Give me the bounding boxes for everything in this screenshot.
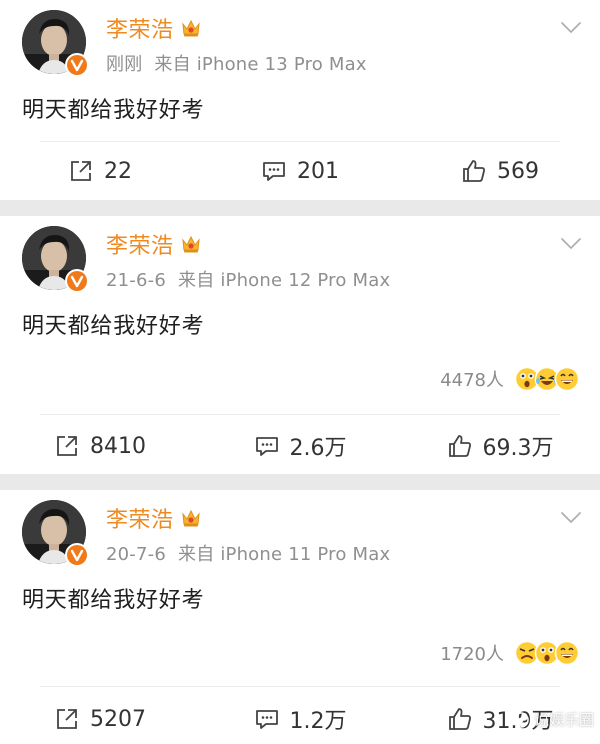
post-time: 刚刚 — [106, 54, 143, 75]
verified-badge-icon — [65, 543, 89, 567]
action-bar: 22 201 569 — [0, 146, 600, 196]
post-content: 明天都给我好好考 — [22, 588, 205, 613]
repost-icon — [57, 436, 77, 456]
verified-badge-icon — [65, 53, 89, 77]
grin-emoji-icon — [554, 640, 580, 666]
repost-button[interactable]: 5207 — [0, 694, 200, 744]
weibo-post-2: 李荣浩 21-6-6 来自 iPhone 12 Pro Max 明天都给我好好考 … — [0, 216, 600, 474]
reaction-summary[interactable]: 4478人 — [440, 366, 580, 392]
action-bar: 8410 2.6万 69.3万 — [0, 421, 600, 471]
comment-icon — [255, 437, 278, 456]
avatar[interactable] — [22, 10, 89, 77]
chevron-down-icon[interactable] — [558, 504, 584, 530]
repost-count: 22 — [104, 158, 132, 184]
avatar[interactable] — [22, 226, 89, 293]
repost-button[interactable]: 22 — [0, 146, 200, 196]
repost-button[interactable]: 8410 — [0, 421, 200, 471]
post-source: 来自 iPhone 11 Pro Max — [178, 544, 391, 565]
comment-button[interactable]: 2.6万 — [200, 421, 400, 471]
vip-crown-icon — [181, 509, 200, 527]
reaction-summary[interactable]: 1720人 — [440, 640, 580, 666]
divider — [40, 141, 560, 142]
post-time: 20-7-6 — [106, 544, 166, 565]
like-count: 69.3万 — [482, 436, 554, 461]
thumbs-up-icon — [448, 435, 471, 457]
avatar[interactable] — [22, 500, 89, 567]
watermark-text: 说娱乐圈 — [533, 711, 594, 729]
comment-button[interactable]: 1.2万 — [200, 694, 400, 744]
comment-icon — [255, 710, 278, 729]
post-content: 明天都给我好好考 — [22, 314, 205, 339]
grin-emoji-icon — [554, 366, 580, 392]
comment-count: 2.6万 — [289, 436, 347, 461]
thumbs-up-icon — [448, 708, 471, 730]
comment-count: 201 — [297, 158, 339, 184]
chevron-down-icon[interactable] — [558, 14, 584, 40]
like-count: 569 — [497, 158, 539, 184]
repost-icon — [71, 161, 91, 181]
chevron-down-icon[interactable] — [558, 230, 584, 256]
comment-icon — [263, 162, 285, 181]
divider — [40, 686, 560, 687]
comment-count: 1.2万 — [289, 709, 347, 734]
verified-badge-icon — [65, 269, 89, 293]
post-meta: 刚刚 来自 iPhone 13 Pro Max — [106, 50, 367, 76]
like-button[interactable]: 569 — [400, 146, 600, 196]
repost-count: 5207 — [90, 706, 146, 732]
author-name[interactable]: 李荣浩 — [106, 228, 174, 260]
watermark: 说娱乐圈 — [512, 709, 594, 730]
watermark-logo-icon — [513, 711, 529, 728]
post-meta: 21-6-6 来自 iPhone 12 Pro Max — [106, 266, 390, 292]
repost-count: 8410 — [90, 433, 146, 459]
action-bar: 5207 1.2万 31.9万 — [0, 694, 600, 744]
vip-crown-icon — [181, 235, 200, 253]
reaction-count: 4478人 — [440, 370, 504, 391]
reaction-count: 1720人 — [440, 644, 504, 665]
repost-icon — [57, 709, 77, 729]
weibo-post-3: 李荣浩 20-7-6 来自 iPhone 11 Pro Max 明天都给我好好考 … — [0, 490, 600, 744]
post-source: 来自 iPhone 13 Pro Max — [154, 54, 367, 75]
thumbs-up-icon — [463, 160, 485, 182]
divider — [40, 414, 560, 415]
post-meta: 20-7-6 来自 iPhone 11 Pro Max — [106, 540, 390, 566]
weibo-post-1: 李荣浩 刚刚 来自 iPhone 13 Pro Max 明天都给我好好考 22 2… — [0, 0, 600, 200]
like-button[interactable]: 69.3万 — [400, 421, 600, 471]
vip-crown-icon — [181, 19, 200, 37]
author-name[interactable]: 李荣浩 — [106, 12, 174, 44]
post-content: 明天都给我好好考 — [22, 98, 205, 123]
post-time: 21-6-6 — [106, 270, 166, 291]
post-source: 来自 iPhone 12 Pro Max — [178, 270, 391, 291]
author-name[interactable]: 李荣浩 — [106, 502, 174, 534]
comment-button[interactable]: 201 — [200, 146, 400, 196]
